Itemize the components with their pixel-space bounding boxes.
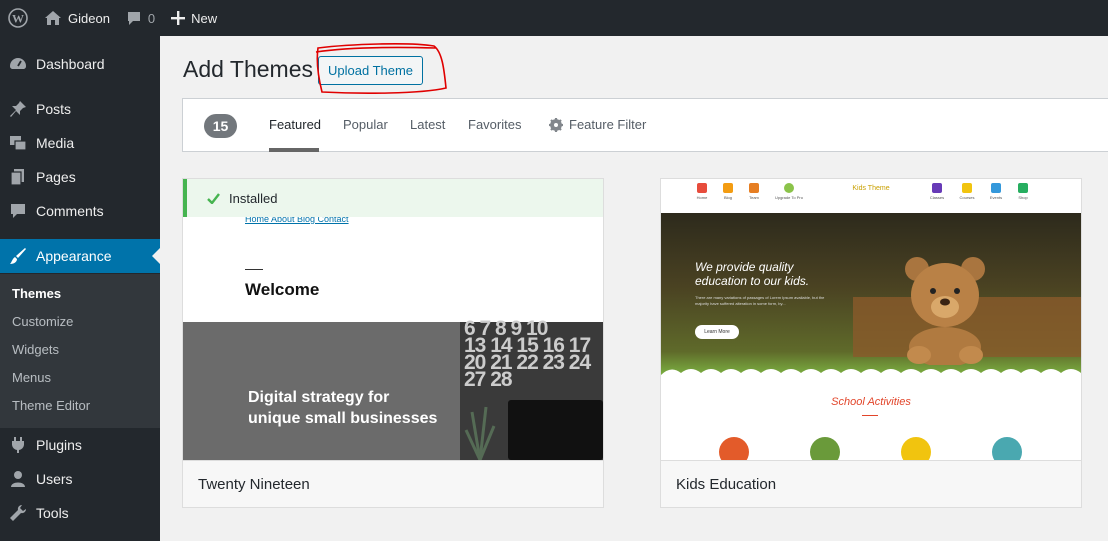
gear-icon	[549, 117, 563, 132]
installed-notice: Installed	[183, 179, 603, 217]
preview-header: Home Blog Team Upgrade To Pro Kids Theme…	[661, 179, 1081, 213]
theme-screenshot[interactable]: Home Blog Team Upgrade To Pro Kids Theme…	[661, 179, 1081, 460]
media-icon	[8, 133, 28, 153]
preview-activities-underline	[862, 415, 878, 416]
dashboard-icon	[8, 54, 28, 74]
sidebar-item-plugins[interactable]: Plugins	[0, 428, 160, 462]
users-icon	[8, 469, 28, 489]
plus-icon	[171, 11, 186, 25]
sidebar-item-label: Tools	[36, 505, 69, 521]
sidebar-item-label: Media	[36, 135, 75, 151]
sidebar-item-media[interactable]: Media	[0, 126, 160, 160]
svg-text:W: W	[12, 12, 24, 26]
red-annotation-circle	[315, 43, 447, 94]
activity-circle-icon	[901, 437, 931, 460]
submenu-item-theme-editor[interactable]: Theme Editor	[12, 396, 90, 416]
preview-hero-line: We provide quality	[695, 260, 794, 274]
preview-monitor	[508, 400, 603, 460]
sidebar-item-dashboard[interactable]: Dashboard	[0, 47, 160, 81]
preview-activities-section: School Activities	[661, 379, 1081, 460]
page-title: Add Themes	[183, 56, 313, 82]
submenu-item-menus[interactable]: Menus	[12, 368, 51, 388]
filter-favorites[interactable]: Favorites	[468, 117, 521, 132]
preview-learn-more-button: Learn More	[695, 325, 739, 339]
site-name: Gideon	[68, 10, 110, 26]
plugins-icon	[8, 435, 28, 455]
submenu-item-widgets[interactable]: Widgets	[12, 340, 59, 360]
home-icon	[45, 11, 61, 25]
filter-popular[interactable]: Popular	[343, 117, 388, 132]
theme-filter-bar: 15 Featured Popular Latest Favorites Fea…	[182, 98, 1108, 152]
preview-welcome: Welcome	[245, 280, 320, 299]
wordpress-logo-icon[interactable]: W	[0, 0, 36, 36]
preview-heading-line: unique small businesses	[248, 410, 438, 427]
sidebar-item-appearance[interactable]: Appearance	[0, 239, 160, 273]
preview-heading: Digital strategy for unique small busine…	[248, 387, 468, 429]
theme-name: Twenty Nineteen	[183, 460, 603, 507]
activity-circle-icon	[719, 437, 749, 460]
current-filter-indicator	[269, 148, 319, 152]
submenu-item-customize[interactable]: Customize	[12, 312, 73, 332]
pin-icon	[8, 99, 28, 119]
theme-card-kids-education[interactable]: Home Blog Team Upgrade To Pro Kids Theme…	[660, 178, 1082, 508]
filter-featured[interactable]: Featured	[269, 117, 321, 132]
activity-circle-icon	[810, 437, 840, 460]
new-content-link[interactable]: New	[163, 0, 225, 36]
admin-bar: W Gideon 0 New	[0, 0, 1108, 36]
site-name-link[interactable]: Gideon	[36, 0, 118, 36]
preview-heading-line: Digital strategy for	[248, 389, 390, 406]
preview-nav-item: Team	[739, 183, 769, 200]
admin-sidebar: Dashboard Posts Media Pages Comments App…	[0, 36, 160, 541]
preview-logo: Kids Theme	[852, 185, 890, 192]
comments-link[interactable]: 0	[118, 0, 163, 36]
preview-divider	[245, 269, 263, 270]
sidebar-item-label: Pages	[36, 169, 76, 185]
sidebar-item-comments[interactable]: Comments	[0, 194, 160, 228]
preview-calendar-photo: 6 7 8 9 10 13 14 15 16 17 20 21 22 23 24…	[460, 318, 603, 460]
preview-nav-item: Events	[981, 183, 1011, 200]
comments-icon	[8, 201, 28, 221]
preview-hero: 6 7 8 9 10 13 14 15 16 17 20 21 22 23 24…	[183, 318, 603, 460]
appearance-submenu: Themes Customize Widgets Menus Theme Edi…	[0, 274, 160, 428]
theme-count-badge: 15	[204, 114, 237, 138]
feature-filter-button[interactable]: Feature Filter	[549, 117, 646, 132]
preview-nav-item: Upgrade To Pro	[774, 183, 804, 200]
preview-nav-item: Classes	[922, 183, 952, 200]
paintbrush-icon	[8, 246, 28, 266]
theme-card-twenty-nineteen[interactable]: Home About Blog Contact Welcome 6 7 8 9 …	[182, 178, 604, 508]
sidebar-item-label: Posts	[36, 101, 72, 117]
preview-nav-item: Shop	[1008, 183, 1038, 200]
sidebar-item-label: Plugins	[36, 437, 82, 453]
theme-name: Kids Education	[661, 460, 1081, 507]
comment-bubble-icon	[127, 11, 140, 25]
sidebar-item-users[interactable]: Users	[0, 462, 160, 496]
pages-icon	[8, 167, 28, 187]
preview-hero: We provide quality education to our kids…	[661, 213, 1081, 376]
teddy-bear-image	[905, 257, 985, 365]
checkmark-icon	[207, 192, 220, 204]
feature-filter-label: Feature Filter	[569, 117, 647, 132]
preview-hero-text: We provide quality education to our kids…	[695, 260, 815, 288]
preview-hero-line: education to our kids.	[695, 274, 810, 288]
theme-screenshot[interactable]: Home About Blog Contact Welcome 6 7 8 9 …	[183, 179, 603, 460]
filter-latest[interactable]: Latest	[410, 117, 445, 132]
comments-count: 0	[147, 10, 156, 26]
installed-label: Installed	[229, 190, 278, 206]
submenu-item-themes[interactable]: Themes	[12, 284, 61, 304]
sidebar-item-label: Comments	[36, 203, 104, 219]
sidebar-item-tools[interactable]: Tools	[0, 496, 160, 530]
activity-circle-icon	[992, 437, 1022, 460]
sidebar-item-pages[interactable]: Pages	[0, 160, 160, 194]
preview-activities-heading: School Activities	[831, 396, 911, 408]
tools-icon	[8, 503, 28, 523]
sidebar-item-label: Appearance	[36, 248, 112, 264]
preview-hero-body: There are many variations of passages of…	[695, 295, 825, 306]
new-label: New	[191, 10, 218, 26]
sidebar-item-label: Users	[36, 471, 73, 487]
sidebar-item-posts[interactable]: Posts	[0, 92, 160, 126]
preview-nav-item: Courses	[952, 183, 982, 200]
sidebar-item-label: Dashboard	[36, 56, 105, 72]
